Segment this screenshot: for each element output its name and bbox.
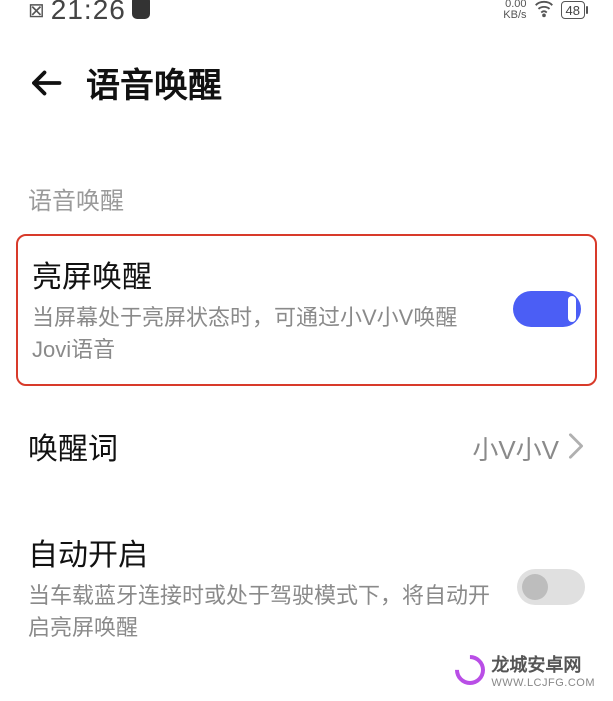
- screen-on-wake-toggle[interactable]: [513, 291, 581, 327]
- watermark: 龙城安卓网 WWW.LCJFG.COM: [455, 651, 595, 689]
- highlighted-setting: 亮屏唤醒 当屏幕处于亮屏状态时，可通过小V小V唤醒Jovi语音: [16, 234, 597, 386]
- auto-enable-row[interactable]: 自动开启 当车载蓝牙连接时或处于驾驶模式下，将自动开启亮屏唤醒: [0, 514, 613, 662]
- screen-on-wake-row[interactable]: 亮屏唤醒 当屏幕处于亮屏状态时，可通过小V小V唤醒Jovi语音: [18, 236, 595, 384]
- watermark-sub: WWW.LCJFG.COM: [491, 677, 595, 689]
- card-icon: [132, 0, 150, 19]
- watermark-logo-icon: [449, 649, 491, 691]
- alarm-icon: ⊠: [28, 0, 45, 23]
- wake-word-row[interactable]: 唤醒词 小V小V: [0, 408, 613, 492]
- setting-text: 亮屏唤醒 当屏幕处于亮屏状态时，可通过小V小V唤醒Jovi语音: [32, 252, 513, 366]
- watermark-text: 龙城安卓网: [491, 655, 581, 675]
- row-right: 小V小V: [472, 430, 585, 467]
- data-rate: 0.00 KB/s: [503, 0, 526, 21]
- screen-on-wake-desc: 当屏幕处于亮屏状态时，可通过小V小V唤醒Jovi语音: [32, 302, 495, 366]
- wake-word-value: 小V小V: [472, 430, 559, 467]
- auto-enable-toggle[interactable]: [517, 569, 585, 605]
- spacer: [0, 492, 613, 514]
- watermark-text-wrap: 龙城安卓网 WWW.LCJFG.COM: [491, 651, 595, 689]
- auto-enable-title: 自动开启: [28, 530, 499, 574]
- wifi-icon: [533, 0, 555, 26]
- auto-enable-desc: 当车载蓝牙连接时或处于驾驶模式下，将自动开启亮屏唤醒: [28, 580, 499, 644]
- battery-indicator: 48: [561, 1, 585, 19]
- setting-text: 自动开启 当车载蓝牙连接时或处于驾驶模式下，将自动开启亮屏唤醒: [28, 530, 517, 644]
- screen-on-wake-title: 亮屏唤醒: [32, 252, 495, 296]
- chevron-right-icon: [567, 432, 585, 465]
- page-header: 语音唤醒: [0, 20, 613, 123]
- status-bar: ⊠ 21:26 0.00 KB/s 48: [0, 0, 613, 20]
- data-rate-unit: KB/s: [503, 10, 526, 21]
- section-label: 语音唤醒: [0, 123, 613, 234]
- status-right: 0.00 KB/s 48: [503, 0, 585, 26]
- setting-text: 唤醒词: [28, 424, 472, 474]
- wake-word-title: 唤醒词: [28, 424, 454, 468]
- time-text: 21:26: [51, 0, 126, 26]
- battery-level: 48: [566, 3, 580, 18]
- status-left: ⊠ 21:26: [28, 0, 150, 26]
- spacer: [0, 386, 613, 408]
- back-arrow-icon[interactable]: [28, 65, 64, 101]
- page-title: 语音唤醒: [86, 58, 222, 107]
